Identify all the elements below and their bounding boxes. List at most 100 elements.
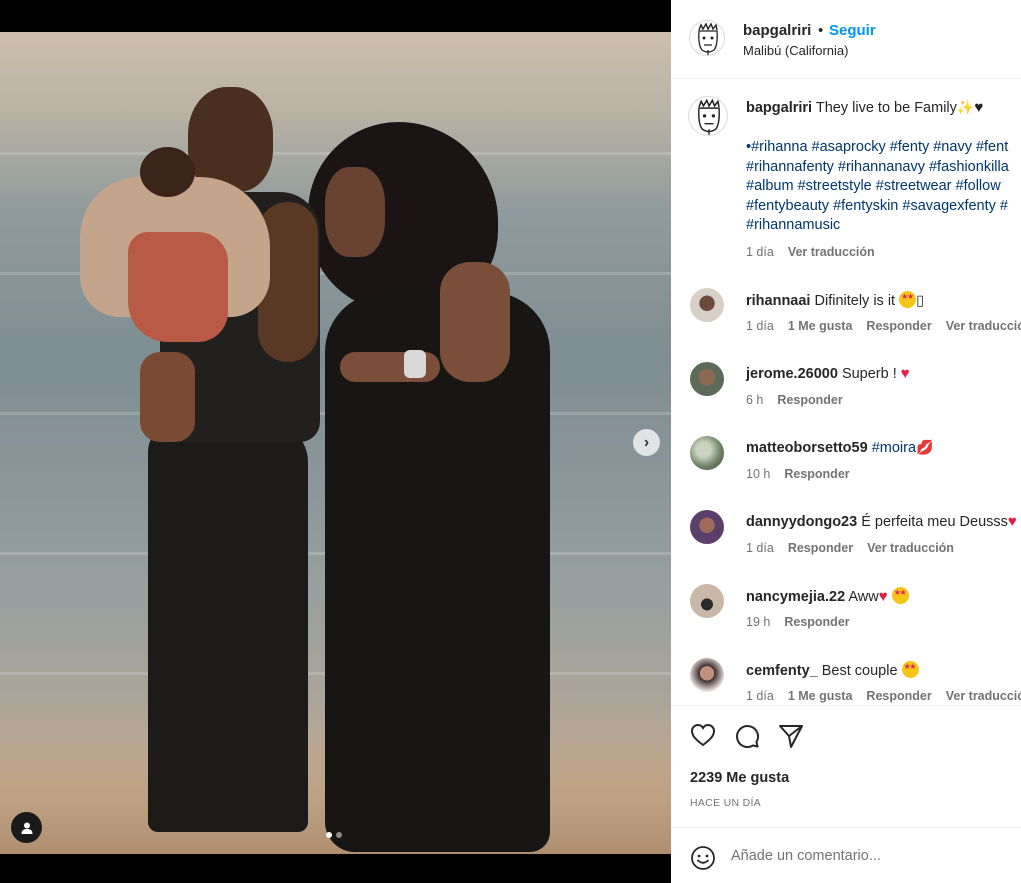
reply-button[interactable]: Responder: [866, 689, 931, 703]
comment-time[interactable]: 10 h: [746, 467, 770, 481]
like-count[interactable]: 2239 Me gusta: [690, 770, 789, 786]
bracelet: [404, 350, 426, 378]
star-struck-emoji-icon: [899, 291, 917, 308]
baby-clothes: [128, 232, 228, 342]
comment-meta: 1 día Responder Ver traducción: [746, 541, 954, 555]
red-heart-icon: ♥: [1007, 513, 1017, 530]
comment-composer: [671, 827, 1021, 883]
commenter-avatar[interactable]: [690, 436, 724, 470]
share-icon[interactable]: [778, 723, 804, 749]
comment-body: Superb !: [841, 366, 901, 382]
black-heart-icon: ♥: [974, 99, 984, 116]
commenter-avatar[interactable]: [690, 510, 724, 544]
author-avatar[interactable]: [689, 20, 725, 56]
commenter-avatar[interactable]: [690, 584, 724, 618]
comment-item: nancymejia.22 Aww♥ 19 h Responder: [671, 584, 1021, 658]
next-photo-button[interactable]: ›: [633, 429, 660, 456]
user-tags-button[interactable]: [11, 812, 42, 843]
commenter-username[interactable]: jerome.26000: [746, 366, 838, 382]
comment-meta: 10 h Responder: [746, 467, 850, 481]
chevron-right-icon: ›: [643, 433, 650, 451]
commenter-username[interactable]: nancymejia.22: [746, 589, 845, 605]
comment-text: dannyydongo23 É perfeita meu Deusss♥: [746, 513, 1017, 530]
comment-body: Aww: [848, 589, 879, 605]
star-struck-emoji-icon: [901, 661, 919, 678]
caption-time[interactable]: 1 día: [746, 245, 774, 259]
comment-body: É perfeita meu Deusss: [861, 514, 1008, 530]
comment-item: rihannaai Difinitely is it ▯ 1 día 1 Me g…: [671, 288, 1021, 362]
caption-meta: 1 día Ver traducción: [746, 245, 875, 259]
comment-text: cemfenty_ Best couple: [746, 661, 919, 679]
reply-button[interactable]: Responder: [866, 319, 931, 333]
comment-icon[interactable]: [734, 723, 760, 749]
comment-item: jerome.26000 Superb ! ♥ 6 h Responder: [671, 362, 1021, 436]
hashtag-line[interactable]: #album #streetstyle #streetwear #follow: [746, 177, 1009, 197]
commenter-username[interactable]: matteoborsetto59: [746, 440, 868, 456]
comment-text: rihannaai Difinitely is it ▯: [746, 291, 924, 309]
kiss-mark-icon: 💋: [916, 439, 934, 455]
red-heart-icon: ♥: [878, 588, 888, 605]
hashtag-line[interactable]: #fentybeauty #fentyskin #savagexfenty #: [746, 197, 1009, 217]
comments-list[interactable]: bapgalriri They live to be Family✨♥ •#ri…: [671, 80, 1021, 705]
comment-input[interactable]: [731, 842, 1001, 870]
woman-face: [325, 167, 385, 257]
caption-avatar[interactable]: [688, 96, 728, 136]
commenter-username[interactable]: rihannaai: [746, 293, 810, 309]
heart-icon[interactable]: [690, 723, 716, 747]
sparkles-icon: ✨: [956, 99, 975, 115]
carousel-dots: [326, 832, 342, 838]
comment-time[interactable]: 1 día: [746, 541, 774, 555]
comment-time[interactable]: 19 h: [746, 615, 770, 629]
sketch-face-icon: [698, 98, 720, 135]
comment-meta: 1 día 1 Me gusta Responder Ver traducción: [746, 319, 1021, 333]
comment-text: jerome.26000 Superb ! ♥: [746, 365, 910, 382]
reply-button[interactable]: Responder: [777, 393, 842, 407]
commenter-username[interactable]: cemfenty_: [746, 663, 818, 679]
comment-likes[interactable]: 1 Me gusta: [788, 689, 853, 703]
separator-bullet: •: [818, 22, 824, 39]
comment-likes[interactable]: 1 Me gusta: [788, 319, 853, 333]
carousel-dot-active: [326, 832, 332, 838]
commenter-username[interactable]: dannyydongo23: [746, 514, 857, 530]
baby-leg: [140, 352, 195, 442]
translate-link[interactable]: Ver traducción: [946, 319, 1021, 333]
comment-body: Best couple: [821, 663, 902, 679]
reply-button[interactable]: Responder: [788, 541, 853, 555]
caption-username[interactable]: bapgalriri: [746, 100, 812, 116]
comment-time[interactable]: 1 día: [746, 319, 774, 333]
post-header: bapgalriri • Seguir Malibú (California): [671, 0, 1021, 79]
hashtag-line[interactable]: #rihannamusic: [746, 216, 1009, 236]
man-legs: [148, 422, 308, 832]
comment-suffix: ▯: [916, 293, 925, 309]
commenter-avatar[interactable]: [690, 288, 724, 322]
translate-link[interactable]: Ver traducción: [946, 689, 1021, 703]
comment-time[interactable]: 1 día: [746, 689, 774, 703]
comment-item: dannyydongo23 É perfeita meu Deusss♥ 1 d…: [671, 510, 1021, 584]
translate-link[interactable]: Ver traducción: [788, 245, 875, 259]
author-username[interactable]: bapgalriri: [743, 22, 811, 39]
sketch-face-icon: [698, 22, 718, 55]
caption: bapgalriri They live to be Family✨♥: [746, 98, 1021, 119]
translate-link[interactable]: Ver traducción: [867, 541, 954, 555]
post-photo: [0, 32, 671, 854]
post-time[interactable]: HACE UN DÍA: [690, 797, 761, 809]
hashtag-line[interactable]: #rihannafenty #rihannanavy #fashionkilla: [746, 158, 1009, 178]
follow-button[interactable]: Seguir: [829, 22, 876, 39]
post-side-panel: bapgalriri • Seguir Malibú (California) …: [671, 0, 1021, 883]
comment-meta: 1 día 1 Me gusta Responder Ver traducción: [746, 689, 1021, 703]
comment-item: cemfenty_ Best couple 1 día 1 Me gusta Res…: [671, 658, 1021, 705]
hashtag-line[interactable]: •#rihanna #asaprocky #fenty #navy #fent: [746, 138, 1009, 158]
reply-button[interactable]: Responder: [784, 615, 849, 629]
post-actions: 2239 Me gusta HACE UN DÍA: [671, 705, 1021, 827]
star-struck-emoji-icon: [891, 587, 909, 604]
comment-body: Difinitely is it: [814, 293, 896, 309]
emoji-icon[interactable]: [690, 845, 716, 871]
post-media: ›: [0, 0, 671, 883]
caption-hashtags: •#rihanna #asaprocky #fenty #navy #fent …: [746, 138, 1009, 236]
comment-time[interactable]: 6 h: [746, 393, 763, 407]
commenter-avatar[interactable]: [690, 362, 724, 396]
commenter-avatar[interactable]: [690, 658, 724, 692]
hashtag-link[interactable]: #moira: [872, 440, 916, 456]
reply-button[interactable]: Responder: [784, 467, 849, 481]
post-location[interactable]: Malibú (California): [743, 43, 848, 58]
